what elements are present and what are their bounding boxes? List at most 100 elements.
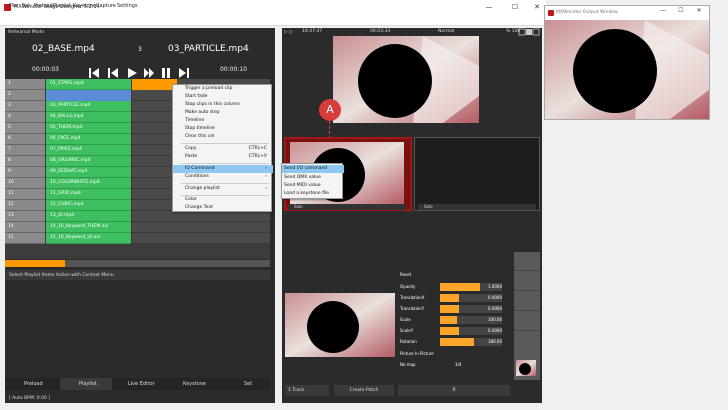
clip-cell[interactable]: 15_16_Keyword_UI.avi [46, 233, 131, 244]
menu-settings[interactable]: Settings [117, 3, 138, 9]
minimize-button[interactable]: — [480, 0, 498, 14]
empty-cell[interactable] [132, 233, 270, 244]
clip-cell[interactable]: 03_PARTICLE.mp4 [46, 101, 131, 112]
clip-cell[interactable]: 06_FACE.mp4 [46, 134, 131, 145]
menu-preload[interactable]: Preload [34, 3, 53, 9]
row-number: 3 [5, 101, 45, 112]
clip-cell[interactable]: 04_BALLS.mp4 [46, 112, 131, 123]
remove-button[interactable]: X [398, 385, 510, 396]
translation-y-slider[interactable] [440, 305, 459, 313]
mini-thumbnail[interactable] [516, 360, 536, 376]
prop-rotation[interactable]: Rotation 180.00 [397, 337, 512, 347]
menu-set[interactable]: Set [22, 3, 30, 9]
menu-keystone[interactable]: Keystone [73, 3, 96, 9]
table-row[interactable]: 14 14_16_Keyword_THEM.avi [5, 222, 270, 233]
rotation-label: Rotation [400, 339, 417, 344]
skip-forward-icon[interactable] [178, 64, 190, 78]
clip-cell[interactable]: 07_PIPES.mp4 [46, 145, 131, 156]
clip-cell[interactable]: 13_UI.mp4 [46, 211, 131, 222]
translation-y-label: TranslationY [400, 306, 425, 311]
prop-translation-y[interactable]: TranslationY 0.0000 [397, 304, 512, 314]
prop-scale[interactable]: Scale 100.00 [397, 315, 512, 325]
step-back-icon[interactable] [107, 64, 119, 78]
menu-item-send-dmx[interactable]: Send DMX value [282, 174, 344, 182]
play-icon[interactable] [126, 64, 138, 78]
clip-cell[interactable]: 14_16_Keyword_THEM.avi [46, 222, 131, 233]
prop-pip[interactable]: Picture In Picture [397, 349, 512, 359]
output-close-button[interactable]: ✕ [690, 5, 708, 17]
menu-capture[interactable]: Capture [96, 3, 116, 9]
layer-2-label: Solo [418, 204, 536, 210]
divider [514, 310, 540, 311]
empty-cell[interactable] [132, 211, 270, 222]
clip-cell[interactable]: 12_CUBIC.mp4 [46, 200, 131, 211]
menu-item-trigger-preload[interactable]: Trigger a preload clip [173, 85, 273, 93]
clip-cell[interactable]: 05_THEM.mp4 [46, 123, 131, 134]
reset-label[interactable]: Reset [400, 272, 411, 277]
menu-item-color[interactable]: Color [173, 196, 273, 204]
menu-file[interactable]: File [9, 3, 17, 9]
tab-preload[interactable]: Preload [24, 381, 43, 387]
menu-item-change-playlist[interactable]: Change playlist › [173, 185, 273, 193]
menu-item-conditions[interactable]: Conditions › [173, 173, 273, 181]
row-number: 6 [5, 134, 45, 145]
row-number: 1 [5, 79, 45, 90]
main-preview-image [333, 36, 479, 123]
clip-cell[interactable]: 09_REDHAT.mp4 [46, 167, 131, 178]
menu-item-auto-step[interactable]: Make auto step [173, 109, 273, 117]
menu-item-stop-clips[interactable]: Stop clips in this column [173, 101, 273, 109]
menu-item-clear-cel[interactable]: Clear this cel [173, 133, 273, 141]
rehearsal-mode-label: Rehearsal Mode [8, 30, 44, 35]
menu-item-paste[interactable]: Paste CTRL+V [173, 153, 273, 161]
monitor-play-icon[interactable]: ▷ ▷ [284, 29, 293, 35]
maximize-button[interactable]: ☐ [506, 0, 524, 14]
rotation-slider[interactable] [440, 338, 474, 346]
rotation-value: 180.00 [488, 339, 502, 344]
opacity-slider[interactable] [440, 283, 480, 291]
menu-item-copy[interactable]: Copy CTRL+C [173, 145, 273, 153]
table-row[interactable]: 15 15_16_Keyword_UI.avi [5, 233, 270, 244]
clip-cell[interactable]: 01_STARS.mp4 [46, 79, 131, 90]
clip-cell[interactable]: 10_COLORWHITE.mp4 [46, 178, 131, 189]
menu-item-change-text[interactable]: Change Text [173, 204, 273, 212]
prop-mapping[interactable]: No map 3/4 [397, 360, 512, 370]
current-clip-name: 02_BASE.mp4 [32, 44, 95, 54]
menu-item-send-io[interactable]: Send I/O command [282, 165, 344, 173]
monitor-toggle-icon[interactable] [518, 28, 540, 36]
prop-translation-x[interactable]: TranslationX 0.0000 [397, 293, 512, 303]
layer-1-label: Solo [288, 204, 406, 210]
skip-back-icon[interactable] [88, 64, 100, 78]
tab-live-editor[interactable]: Live Editor [128, 381, 155, 387]
prop-opacity[interactable]: Opacity 1.0000 [397, 282, 512, 292]
fast-forward-icon[interactable] [143, 64, 155, 78]
prop-scale-y[interactable]: ScaleY 0.0000 [397, 326, 512, 336]
translation-x-slider[interactable] [440, 294, 459, 302]
tab-set[interactable]: Set [244, 381, 252, 387]
menu-item-timeline[interactable]: Timeline [173, 117, 273, 125]
menu-divider [181, 163, 269, 164]
menu-item-send-midi[interactable]: Send MIDI value [282, 182, 344, 190]
scale-slider[interactable] [440, 316, 457, 324]
track-button[interactable]: 1 Track [285, 385, 329, 396]
empty-cell[interactable] [132, 222, 270, 233]
scale-label: Scale [400, 317, 411, 322]
tab-playlist[interactable]: Playlist [79, 381, 97, 387]
menu-item-load-keystone[interactable]: Load a keystone file [282, 190, 344, 198]
output-minimize-button[interactable]: — [654, 5, 672, 17]
scrollbar-thumb[interactable] [5, 260, 65, 267]
output-maximize-button[interactable]: ☐ [672, 5, 690, 17]
clip-cell[interactable]: 11_GRID.mp4 [46, 189, 131, 200]
tab-keystone[interactable]: Keystone [183, 381, 206, 387]
scale-y-slider[interactable] [440, 327, 459, 335]
clip-cell[interactable]: 08_ORGANIC.mp4 [46, 156, 131, 167]
translation-y-value: 0.0000 [488, 306, 502, 311]
row-number: 2 [5, 90, 45, 101]
menu-item-io-command[interactable]: IO Command › [173, 165, 273, 173]
menu-item-start-fade[interactable]: Start fade [173, 93, 273, 101]
create-patch-button[interactable]: Create Patch [334, 385, 394, 396]
menu-playlist[interactable]: Playlist [53, 3, 71, 9]
table-row[interactable]: 13 13_UI.mp4 [5, 211, 270, 222]
menu-item-stop-timeline[interactable]: Stop timeline [173, 125, 273, 133]
layer-2-slot[interactable] [414, 137, 540, 211]
pause-icon[interactable] [160, 64, 172, 78]
